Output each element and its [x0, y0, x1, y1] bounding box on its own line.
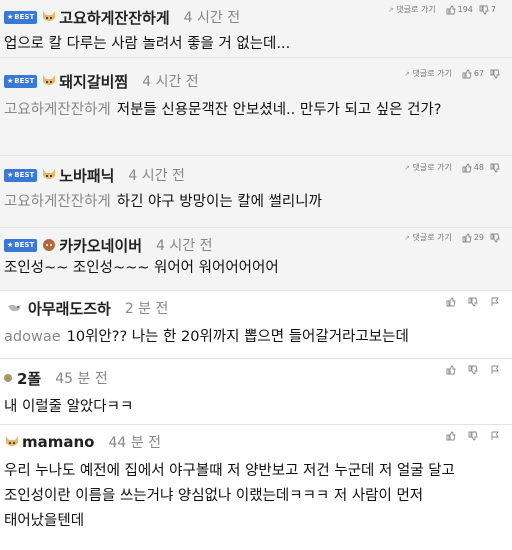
- thumbs-down-icon[interactable]: [468, 365, 478, 375]
- downvote-count: 7: [490, 5, 496, 14]
- comment-body: 업으로 칼 다루는 사람 놀려서 좋을 거 없는데...: [4, 36, 291, 52]
- comment-actions: [446, 297, 502, 307]
- dog-avatar-icon: [6, 436, 18, 446]
- flag-icon[interactable]: [490, 297, 500, 307]
- thumbs-down-icon[interactable]: [468, 297, 478, 307]
- bird-avatar-icon: [8, 304, 21, 312]
- thumbs-down-icon[interactable]: [490, 233, 500, 243]
- comment-time: 4 시간 전: [142, 74, 199, 90]
- comment-time: 44 분 전: [108, 435, 161, 451]
- comment-time: 2 분 전: [124, 301, 169, 317]
- comment-actions: ↗ 댓글로 가기 194 7: [388, 4, 502, 15]
- comment-header: 아무래도즈하 2 분 전: [4, 297, 168, 319]
- comment-item: ★BEST 돼지갈비찜 4 시간 전 ↗ 댓글로 가기 67 고요하게잔잔하게 저…: [0, 58, 512, 156]
- comment-body: 조인성~~ 조인성~~~ 워어어 워어어어어어: [4, 260, 279, 276]
- comment-header: ★BEST 카카오네이버 4 시간 전: [4, 234, 212, 256]
- reply-link[interactable]: ↗ 댓글로 가기: [404, 232, 452, 243]
- comment-body: adowae 10위안?? 나는 한 20위까지 뽑으면 들어갈거라고보는데: [4, 329, 409, 345]
- comment-nickname[interactable]: mamano: [22, 433, 95, 451]
- comment-nickname[interactable]: 노바패닉: [59, 165, 114, 186]
- thumbs-up-icon[interactable]: [462, 233, 472, 243]
- comment-item: ★BEST 노바패닉 4 시간 전 ↗ 댓글로 가기 48 고요하게잔잔하게 하긴…: [0, 156, 512, 228]
- comment-nickname[interactable]: 돼지갈비찜: [59, 71, 128, 92]
- upvote-count: 48: [473, 163, 484, 172]
- mention-link[interactable]: 고요하게잔잔하게: [4, 102, 111, 118]
- thumbs-up-icon[interactable]: [446, 5, 456, 15]
- comment-item: 아무래도즈하 2 분 전 adowae 10위안?? 나는 한 20위까지 뽑으면…: [0, 291, 512, 359]
- comment-header: 2폴 45 분 전: [4, 367, 108, 389]
- comment-header: ★BEST 노바패닉 4 시간 전: [4, 164, 185, 186]
- comment-actions: [446, 431, 502, 441]
- dog-avatar-icon: [43, 169, 56, 179]
- reply-link[interactable]: ↗ 댓글로 가기: [404, 162, 452, 173]
- comment-time: 45 분 전: [55, 371, 108, 387]
- reply-link[interactable]: ↗ 댓글로 가기: [404, 68, 452, 79]
- mention-link[interactable]: 고요하게잔잔하게: [4, 194, 111, 210]
- upvote-count: 67: [473, 69, 484, 78]
- thumbs-up-icon[interactable]: [462, 163, 472, 173]
- best-badge: ★BEST: [4, 10, 38, 24]
- comment-item: mamano 44 분 전 우리 누나도 예전에 집에서 야구볼때 저 양반보고…: [0, 425, 512, 550]
- upvote-count: 29: [473, 233, 484, 242]
- thumbs-up-icon[interactable]: [446, 365, 456, 375]
- best-badge: ★BEST: [4, 74, 38, 88]
- thumbs-up-icon[interactable]: [446, 431, 456, 441]
- comment-item: ★BEST 카카오네이버 4 시간 전 ↗ 댓글로 가기 29 조인성~~ 조인…: [0, 228, 512, 291]
- thumbs-down-icon[interactable]: [479, 5, 489, 15]
- comment-actions: ↗ 댓글로 가기 67: [404, 68, 502, 79]
- comment-actions: ↗ 댓글로 가기 48: [404, 162, 502, 173]
- comment-body: 고요하게잔잔하게 하긴 야구 방망이는 칼에 썰리니까: [4, 194, 322, 210]
- comment-nickname[interactable]: 아무래도즈하: [28, 298, 111, 319]
- flag-icon[interactable]: [490, 365, 500, 375]
- comment-nickname[interactable]: 고요하게잔잔하게: [59, 7, 169, 28]
- reply-link[interactable]: ↗ 댓글로 가기: [388, 4, 436, 15]
- comment-nickname[interactable]: 2폴: [17, 368, 41, 389]
- comment-header: ★BEST 돼지갈비찜 4 시간 전: [4, 70, 199, 92]
- comment-item: ★BEST 고요하게잔잔하게 4 시간 전 ↗ 댓글로 가기 194 7 업으로…: [0, 0, 512, 58]
- comment-time: 4 시간 전: [156, 238, 213, 254]
- comment-time: 4 시간 전: [183, 10, 241, 26]
- comment-header: mamano 44 분 전: [4, 431, 161, 453]
- thumbs-down-icon[interactable]: [490, 163, 500, 173]
- upvote-count: 194: [457, 5, 473, 14]
- thumbs-up-icon[interactable]: [462, 69, 472, 79]
- comment-nickname[interactable]: 카카오네이버: [59, 235, 142, 256]
- best-badge: ★BEST: [4, 238, 38, 252]
- dog-avatar-icon: [43, 75, 56, 85]
- dog-avatar-icon: [43, 239, 56, 251]
- thumbs-up-icon[interactable]: [446, 297, 456, 307]
- flag-icon[interactable]: [490, 431, 500, 441]
- mention-link[interactable]: adowae: [4, 329, 61, 345]
- comment-header: ★BEST 고요하게잔잔하게 4 시간 전: [4, 6, 240, 28]
- dog-avatar-icon: [43, 11, 56, 21]
- comment-body: 고요하게잔잔하게 저분들 신용문객잔 안보셨네.. 만두가 되고 싶은 건가?: [4, 102, 442, 118]
- best-badge: ★BEST: [4, 168, 38, 182]
- comment-time: 4 시간 전: [128, 168, 185, 184]
- thumbs-down-icon[interactable]: [468, 431, 478, 441]
- comment-body: 우리 누나도 예전에 집에서 야구볼때 저 양반보고 저건 누군데 저 얼굴 달…: [4, 463, 455, 529]
- thumbs-down-icon[interactable]: [490, 69, 500, 79]
- user-level-dot: [4, 374, 12, 382]
- comment-body: 내 이럴줄 알았다ㅋㅋ: [4, 399, 134, 415]
- comment-item: 2폴 45 분 전 내 이럴줄 알았다ㅋㅋ: [0, 359, 512, 425]
- comment-actions: ↗ 댓글로 가기 29: [404, 232, 502, 243]
- comment-actions: [446, 365, 502, 375]
